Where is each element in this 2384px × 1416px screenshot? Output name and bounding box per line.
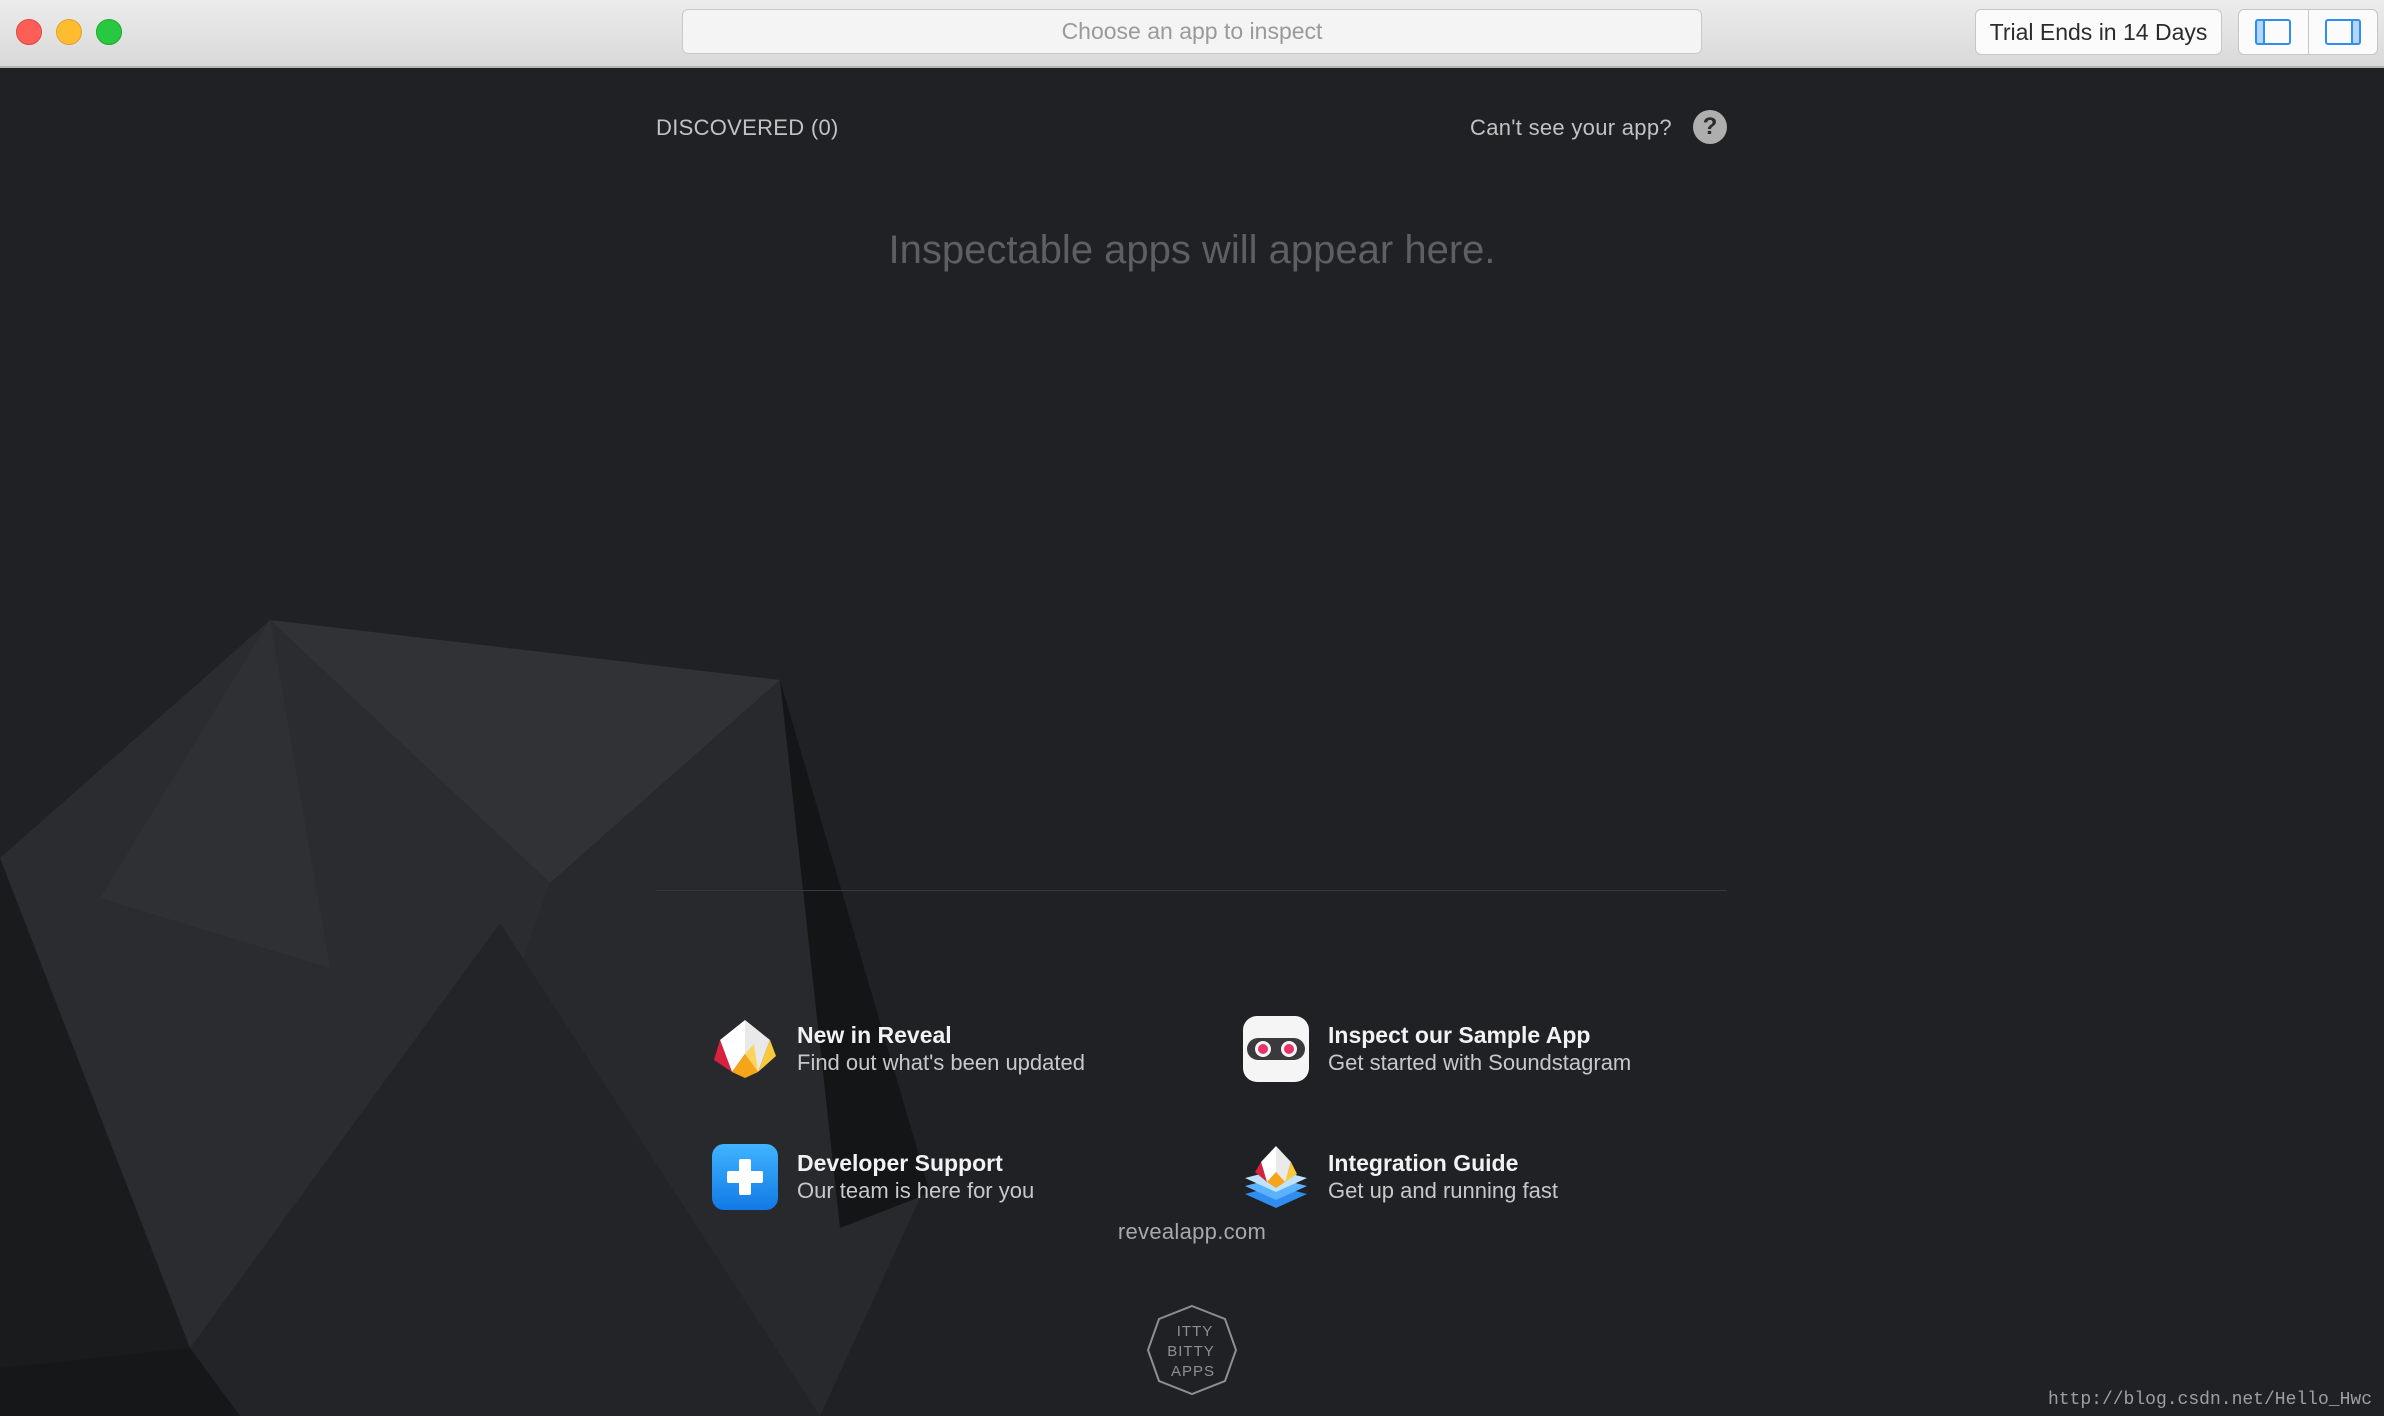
svg-text:ITTY: ITTY [1177,1323,1214,1340]
trial-button[interactable]: Trial Ends in 14 Days [1975,9,2222,55]
maximize-window-button[interactable] [96,19,122,45]
right-sidebar-icon [2324,19,2361,45]
plus-icon [712,1144,778,1210]
integration-guide-link[interactable]: Integration Guide Get up and running fas… [1241,1142,1558,1212]
discovered-heading: DISCOVERED (0) [656,115,839,140]
link-title: New in Reveal [797,1022,952,1048]
revealapp-site-link[interactable]: revealapp.com [0,1219,2384,1245]
welcome-content: DISCOVERED (0) Can't see your app? ? Ins… [0,68,2384,1416]
integration-guide-text: Integration Guide Get up and running fas… [1328,1149,1558,1205]
link-subtitle: Get up and running fast [1328,1178,1558,1203]
toggle-left-sidebar-button[interactable] [2239,10,2308,54]
link-title: Developer Support [797,1150,1003,1176]
link-title: Integration Guide [1328,1150,1519,1176]
itty-bitty-apps-logo: ITTY BITTY APPS [1146,1304,1238,1396]
watermark-url: http://blog.csdn.net/Hello_Hwc [2047,1390,2372,1410]
developer-support-text: Developer Support Our team is here for y… [797,1149,1034,1205]
svg-text:BITTY: BITTY [1167,1343,1215,1360]
inspect-sample-app-link[interactable]: Inspect our Sample App Get started with … [1241,1014,1631,1084]
close-window-button[interactable] [16,19,42,45]
toggle-right-sidebar-button[interactable] [2307,10,2378,54]
svg-text:APPS: APPS [1171,1363,1215,1380]
sidebar-toggle-group [2238,9,2378,55]
link-title: Inspect our Sample App [1328,1022,1591,1048]
empty-state-message: Inspectable apps will appear here. [888,228,1496,272]
help-icon[interactable]: ? [1693,110,1727,144]
app-chooser-placeholder: Choose an app to inspect [1061,18,1323,44]
link-subtitle: Our team is here for you [797,1178,1035,1203]
new-in-reveal-link[interactable]: New in Reveal Find out what's been updat… [710,1014,1085,1084]
section-divider [656,890,1727,891]
left-sidebar-icon [2255,19,2292,45]
link-subtitle: Get started with Soundstagram [1328,1050,1632,1075]
minimize-window-button[interactable] [56,19,82,45]
link-subtitle: Find out what's been updated [797,1050,1085,1075]
window-titlebar: Choose an app to inspect Trial Ends in 1… [0,0,2384,68]
reveal-logo-icon [714,1020,776,1078]
soundstagram-icon [1243,1016,1309,1082]
cant-see-app-link[interactable]: Can't see your app? [1470,115,1672,141]
layers-icon [1245,1146,1307,1208]
developer-support-link[interactable]: Developer Support Our team is here for y… [710,1142,1034,1212]
new-in-reveal-text: New in Reveal Find out what's been updat… [797,1021,1085,1077]
trial-label: Trial Ends in 14 Days [1989,18,2208,45]
help-icon-glyph: ? [1702,113,1718,140]
app-chooser-field[interactable]: Choose an app to inspect [682,9,1702,54]
inspect-sample-app-text: Inspect our Sample App Get started with … [1328,1021,1631,1077]
